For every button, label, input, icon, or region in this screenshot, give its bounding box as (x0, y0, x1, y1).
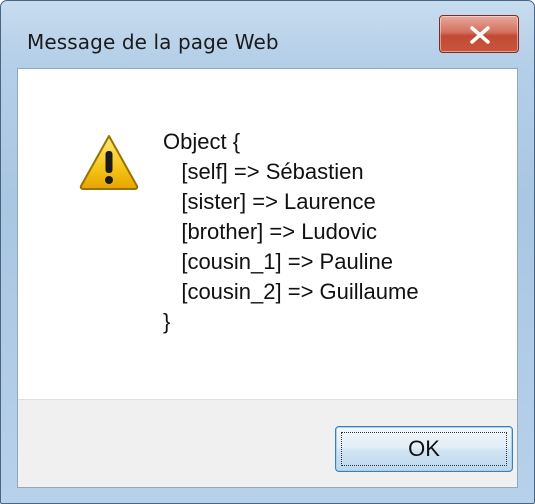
message-line: [cousin_1] => Pauline (163, 249, 393, 274)
dialog-title: Message de la page Web (27, 30, 279, 54)
message-line: [sister] => Laurence (163, 189, 376, 214)
ok-button[interactable]: OK (335, 426, 513, 472)
close-button[interactable] (439, 15, 519, 53)
message-line: } (163, 309, 171, 334)
alert-dialog-window: Message de la page Web Object {[self] =… (0, 0, 535, 504)
message-line: Object { (163, 129, 241, 154)
warning-icon (78, 133, 140, 191)
ok-button-label: OK (408, 436, 440, 461)
button-bar: OK (18, 399, 517, 487)
message-text: Object { [self] => Sébastien [sister] =>… (163, 127, 419, 337)
title-bar[interactable]: Message de la page Web (1, 1, 534, 67)
message-line: [brother] => Ludovic (163, 219, 378, 244)
message-line: [self] => Sébastien (163, 159, 364, 184)
dialog-content: Object { [self] => Sébastien [sister] =>… (17, 68, 518, 488)
message-line: [cousin_2] => Guillaume (163, 279, 419, 304)
